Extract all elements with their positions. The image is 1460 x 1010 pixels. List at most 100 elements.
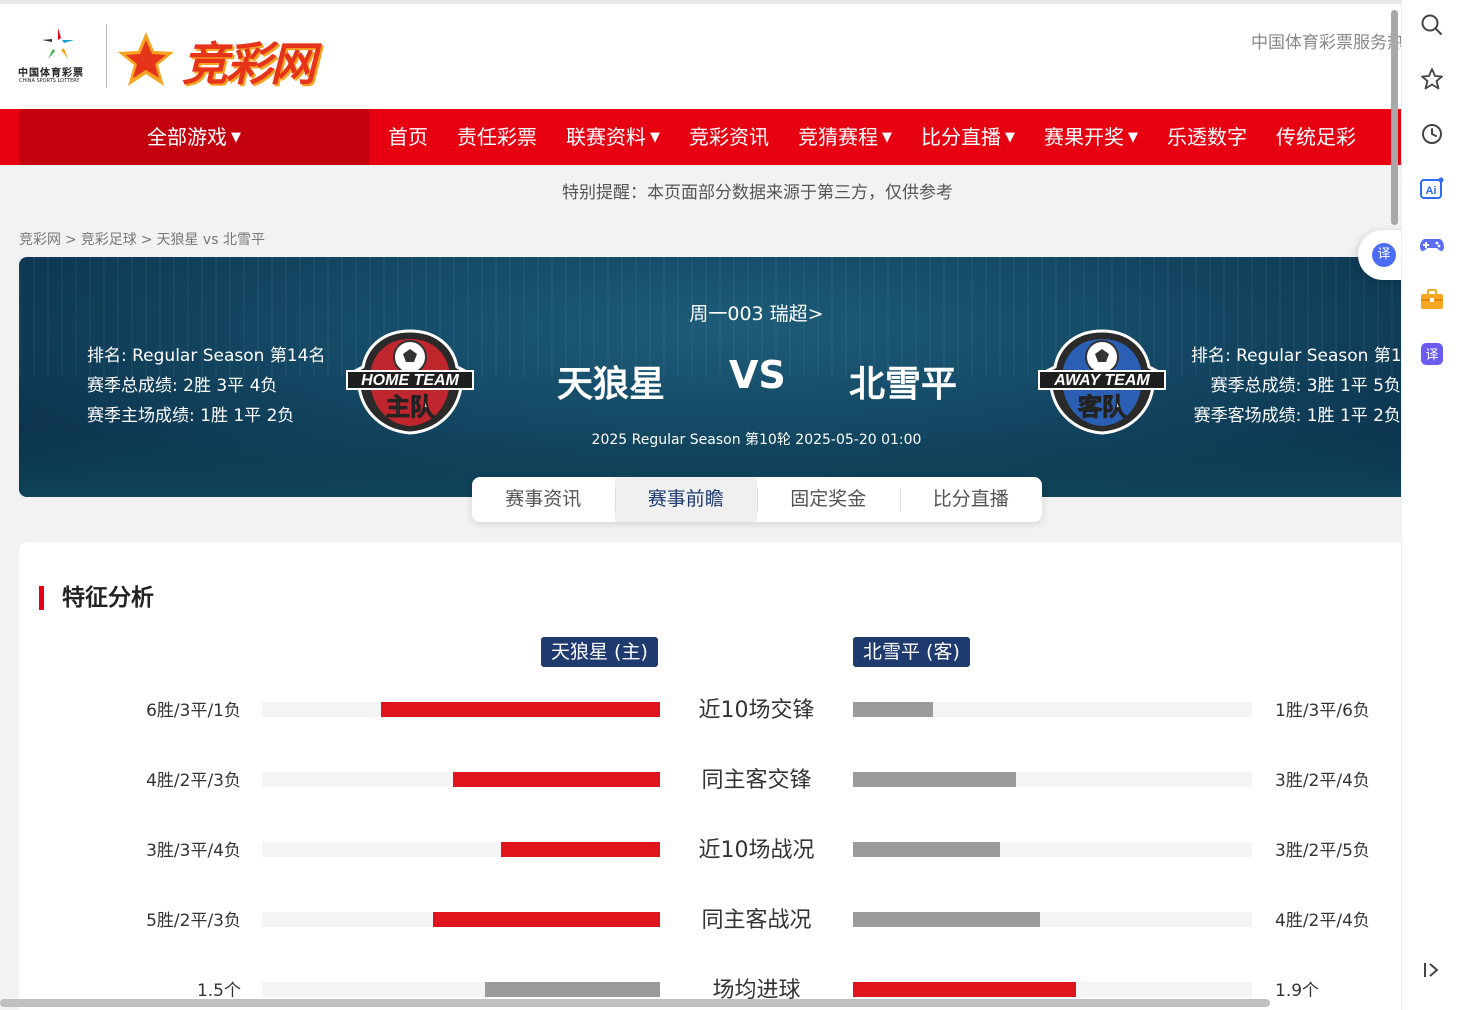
jingcai-logo[interactable]: 竞彩网 (116, 26, 356, 91)
main-nav: 全部游戏 ▼ 首页 责任彩票 联赛资料 ▼ 竞彩资讯 竞猜赛程 ▼ 比分直播 ▼ 赛果开奖 ▼ 乐透数字… (0, 109, 1401, 165)
vs-text: VS (729, 353, 786, 397)
lottery-logo-en: CHINA SPORTS LOTTERY (19, 78, 80, 84)
away-team-shield-icon: AWAY TEAM 客队 (1038, 329, 1166, 435)
nav-item-label: 责任彩票 (457, 125, 537, 149)
away-badge-top: AWAY TEAM (1053, 372, 1150, 389)
row-label: 同主客交锋 (701, 768, 812, 793)
lottery-logo-cn: 中国体育彩票 (18, 68, 84, 79)
nav-item-1[interactable]: 责任彩票 (457, 109, 537, 165)
row-label: 近10场交锋 (698, 698, 815, 723)
page: 中国体育彩票 CHINA SPORTS LOTTERY 竞彩网 中国体育彩票服务… (0, 0, 1401, 1010)
history-icon[interactable] (1419, 121, 1445, 147)
collapse-icon[interactable] (1419, 957, 1445, 983)
tab-2[interactable]: 固定奖金 (757, 477, 900, 522)
tab-3[interactable]: 比分直播 (899, 477, 1043, 522)
nav-item-label: 传统足彩 (1276, 125, 1356, 149)
breadcrumb-item[interactable]: 天狼星 vs 北雪平 (156, 232, 264, 248)
home-bar (485, 982, 660, 997)
nav-item-label: 赛果开奖 (1044, 125, 1124, 149)
caret-down-icon: ▼ (1005, 130, 1015, 145)
away-badge-bottom: 客队 (1078, 393, 1127, 421)
match-tabs: 赛事资讯 赛事前瞻 固定奖金 比分直播 (472, 477, 1042, 522)
nav-all-games-label: 全部游戏 (147, 125, 227, 149)
vertical-scrollbar[interactable] (1391, 10, 1398, 225)
nav-item-label: 联赛资料 (566, 125, 646, 149)
away-value: 1.9个 (1275, 981, 1320, 1001)
ai-icon-text: Ai (1426, 185, 1437, 197)
nav-all-games[interactable]: 全部游戏 ▼ (19, 109, 369, 165)
breadcrumb: 竞彩网 > 竞彩足球 > 天狼星 vs 北雪平 (19, 229, 269, 249)
caret-down-icon: ▼ (231, 130, 241, 145)
home-bar-track (262, 772, 660, 787)
away-value: 4胜/2平/4负 (1275, 911, 1370, 931)
lottery-star-icon (42, 28, 74, 59)
home-bar (433, 912, 660, 927)
away-bar (853, 772, 1016, 787)
nav-item-label: 首页 (388, 125, 428, 149)
ai-icon[interactable]: Ai (1419, 176, 1445, 202)
nav-item-5[interactable]: 比分直播 ▼ (921, 109, 1015, 165)
service-hotline-text: 中国体育彩票服务热 (1251, 33, 1401, 53)
home-bar-track (262, 982, 660, 997)
nav-item-label: 乐透数字 (1167, 125, 1247, 149)
notice-banner: 特别提醒：本页面部分数据来源于第三方，仅供参考 (562, 183, 953, 203)
home-bar-track (262, 912, 660, 927)
analysis-row: 6胜/3平/1负 近10场交锋 1胜/3平/6负 (19, 694, 1401, 724)
translate-icon[interactable]: 译 (1419, 341, 1445, 367)
nav-item-4[interactable]: 竞猜赛程 ▼ (798, 109, 892, 165)
away-team-stats: 排名: Regular Season 第10名 赛季总成绩: 3胜 1平 5负 … (1191, 341, 1401, 431)
browser-sidebar: Ai 译 (1401, 0, 1460, 1010)
away-team-name[interactable]: 北雪平 (849, 355, 957, 407)
breadcrumb-item[interactable]: 竞彩网 (19, 232, 61, 248)
home-team-name[interactable]: 天狼星 (557, 355, 665, 407)
caret-down-icon: ▼ (650, 130, 660, 145)
game-icon[interactable] (1419, 231, 1445, 257)
star-icon[interactable] (1419, 66, 1445, 92)
nav-item-3[interactable]: 竞彩资讯 (689, 109, 769, 165)
tab-0[interactable]: 赛事资讯 (472, 477, 615, 522)
nav-item-label: 竞猜赛程 (798, 125, 878, 149)
away-bar (853, 982, 1076, 997)
search-icon[interactable] (1419, 12, 1445, 38)
nav-item-label: 比分直播 (921, 125, 1001, 149)
analysis-card: 特征分析 天狼星 (主) 北雪平 (客) 6胜/3平/1负 近10场交锋 1胜/3平… (19, 542, 1401, 1010)
translate-icon: 译 (1372, 243, 1396, 267)
away-bar-track (853, 842, 1252, 857)
home-bar (501, 842, 660, 857)
away-bar (853, 702, 933, 717)
away-bar (853, 912, 1040, 927)
site-name: 竞彩网 (182, 37, 316, 91)
away-value: 3胜/2平/5负 (1275, 841, 1370, 861)
away-bar (853, 842, 1000, 857)
home-value: 5胜/2平/3负 (146, 911, 241, 931)
translate-icon-text: 译 (1425, 348, 1438, 363)
home-team-shield-icon: HOME TEAM 主队 (346, 329, 474, 435)
away-bar-track (853, 702, 1252, 717)
nav-item-7[interactable]: 乐透数字 (1167, 109, 1247, 165)
match-time: 2025 Regular Season 第10轮 2025-05-20 01:0… (591, 432, 922, 448)
match-round-link[interactable]: 周一003 瑞超> (19, 299, 1401, 326)
nav-item-2[interactable]: 联赛资料 ▼ (566, 109, 660, 165)
china-sports-lottery-logo[interactable]: 中国体育彩票 CHINA SPORTS LOTTERY (18, 24, 98, 88)
breadcrumb-separator: > (140, 232, 153, 248)
toolbox-icon[interactable] (1419, 286, 1445, 312)
site-header: 中国体育彩票 CHINA SPORTS LOTTERY 竞彩网 中国体育彩票服务… (0, 0, 1401, 109)
breadcrumb-item[interactable]: 竞彩足球 (81, 232, 137, 248)
row-label: 同主客战况 (701, 908, 812, 933)
nav-item-8[interactable]: 传统足彩 (1276, 109, 1356, 165)
home-badge-bottom: 主队 (386, 393, 435, 421)
row-label: 近10场战况 (698, 838, 815, 863)
nav-item-6[interactable]: 赛果开奖 ▼ (1044, 109, 1138, 165)
home-season-record: 赛季总成绩: 2胜 3平 4负 (87, 376, 278, 396)
logo-divider (106, 24, 107, 88)
match-banner: 周一003 瑞超> 排名: Regular Season 第14名 赛季总成绩:… (19, 257, 1401, 497)
home-badge-top: HOME TEAM (361, 372, 459, 389)
horizontal-scrollbar[interactable] (0, 999, 1270, 1007)
home-bar (381, 702, 660, 717)
home-bar-track (262, 702, 660, 717)
nav-item-0[interactable]: 首页 (388, 109, 428, 165)
home-rank: 排名: Regular Season 第14名 (87, 346, 326, 366)
away-team-badge: AWAY TEAM 客队 (1037, 327, 1167, 437)
tab-1[interactable]: 赛事前瞻 (614, 477, 757, 522)
home-value: 6胜/3平/1负 (146, 701, 241, 721)
